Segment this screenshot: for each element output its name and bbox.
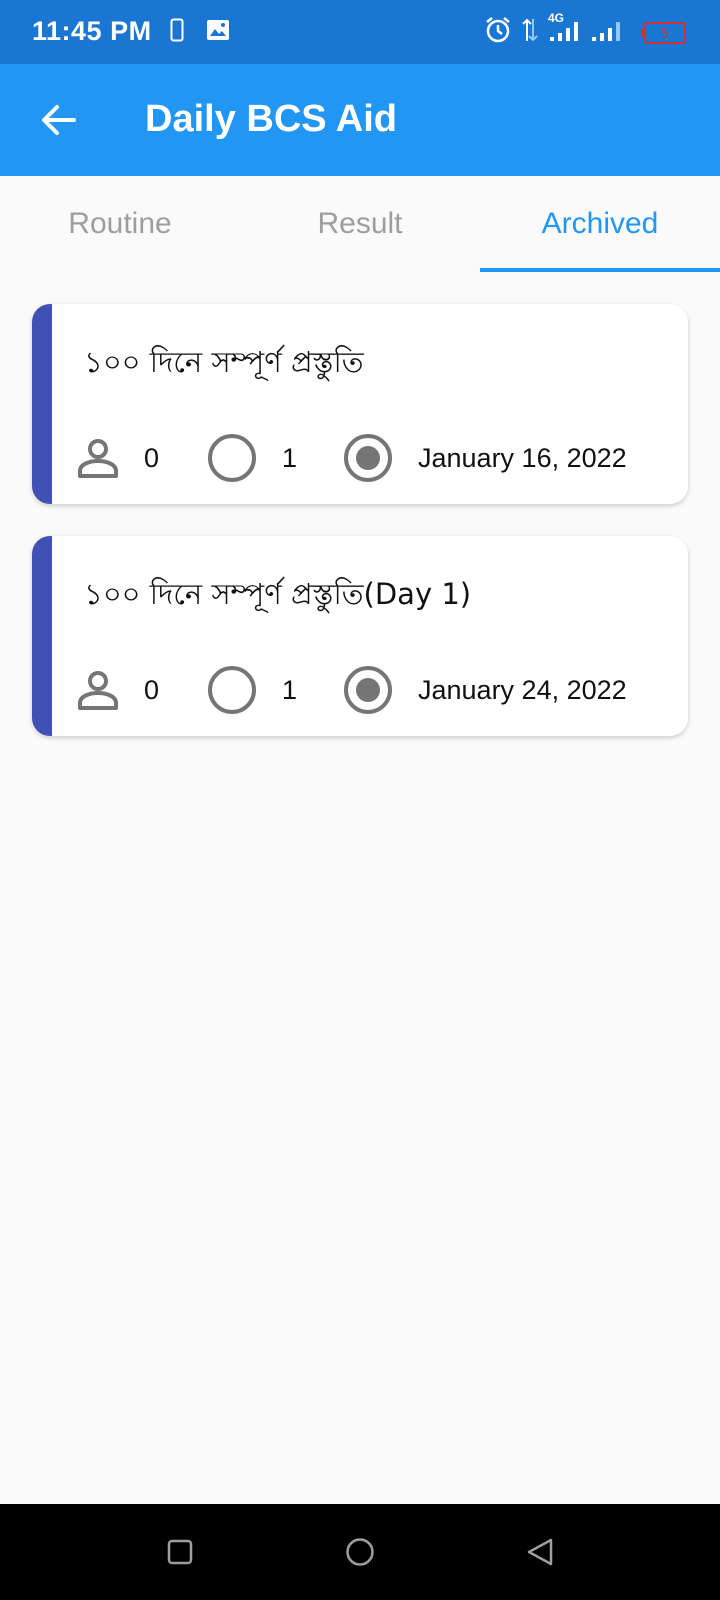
pending: 1 (206, 432, 297, 484)
screen: 11:45 PM 4G 5 Daily BCS Aid Routine Resu… (0, 0, 720, 1600)
date-info: January 24, 2022 (342, 664, 627, 716)
status-bar: 11:45 PM 4G 5 (0, 0, 720, 64)
radio-unchecked-icon (208, 666, 256, 714)
card-meta: 0 1 January 24, 2022 (76, 664, 668, 716)
back-button[interactable] (30, 92, 86, 148)
tab-routine[interactable]: Routine (0, 176, 240, 272)
participants: 0 (76, 432, 159, 484)
status-left-icons (170, 18, 230, 47)
radio-unchecked-icon (208, 434, 256, 482)
participants-count: 0 (144, 442, 160, 473)
network-type: 4G (548, 11, 565, 25)
data-arrows-icon (522, 17, 538, 48)
back-triangle-icon (527, 1538, 553, 1566)
radio-checked-icon (344, 666, 392, 714)
participants-count: 0 (144, 674, 160, 705)
radio-checked-icon (344, 434, 392, 482)
app-title: Daily BCS Aid (145, 98, 397, 140)
card-accent (32, 304, 52, 504)
card-accent (32, 536, 52, 736)
status-time: 11:45 PM (32, 16, 152, 46)
battery-icon: 5 (641, 21, 686, 44)
card-date: January 16, 2022 (418, 442, 627, 473)
recents-square-icon (167, 1539, 193, 1565)
person-icon (78, 439, 118, 478)
pending-count: 1 (282, 674, 298, 705)
status-right-icons: 4G 5 (484, 11, 686, 49)
pending-count: 1 (282, 442, 298, 473)
archived-list: ১০০ দিনে সম্পূর্ণ প্রস্তুতি 0 1 January … (32, 304, 688, 768)
pending: 1 (206, 664, 297, 716)
home-button[interactable] (340, 1532, 380, 1572)
date-info: January 16, 2022 (342, 432, 627, 484)
home-circle-icon (346, 1538, 374, 1566)
list-item[interactable]: ১০০ দিনে সম্পূর্ণ প্রস্তুতি(Day 1) 0 1 J… (32, 536, 688, 736)
alarm-icon (484, 16, 512, 49)
phone-icon (170, 18, 184, 47)
tab-archived[interactable]: Archived (480, 176, 720, 272)
card-meta: 0 1 January 16, 2022 (76, 432, 668, 484)
recents-button[interactable] (160, 1532, 200, 1572)
nav-back-button[interactable] (520, 1532, 560, 1572)
image-icon (206, 19, 230, 46)
app-bar: Daily BCS Aid (0, 64, 720, 176)
arrow-back-icon (42, 105, 76, 135)
card-title: ১০০ দিনে সম্পূর্ণ প্রস্তুতি(Day 1) (84, 577, 472, 611)
signal-icon: 4G (548, 11, 634, 48)
participants: 0 (76, 664, 159, 716)
tab-result[interactable]: Result (240, 176, 480, 272)
system-nav-bar (0, 1504, 720, 1600)
card-date: January 24, 2022 (418, 674, 627, 705)
card-title: ১০০ দিনে সম্পূর্ণ প্রস্তুতি (84, 345, 364, 379)
list-item[interactable]: ১০০ দিনে সম্পূর্ণ প্রস্তুতি 0 1 January … (32, 304, 688, 504)
person-icon (78, 671, 118, 710)
tab-bar: Routine Result Archived (0, 176, 720, 272)
